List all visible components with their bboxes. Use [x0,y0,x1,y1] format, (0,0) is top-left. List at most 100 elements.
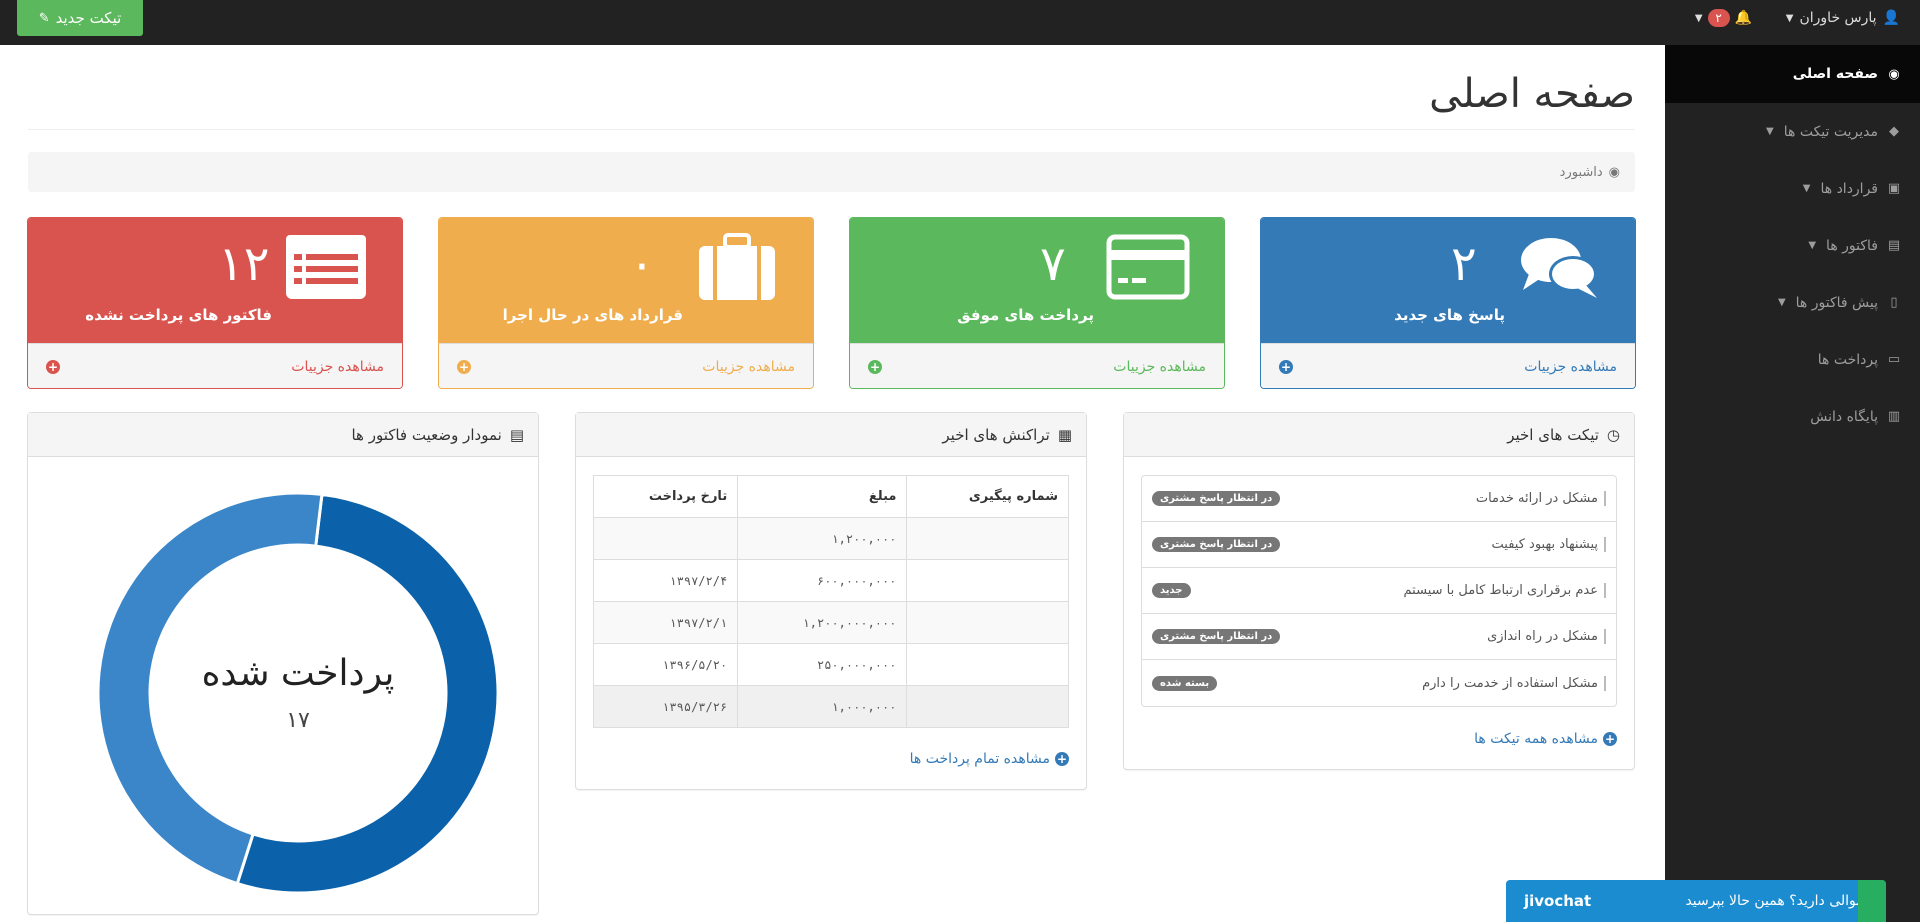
sidebar-item-home[interactable]: ◉ صفحه اصلی [1665,45,1920,103]
table-cell: ۱۳۹۷/۲/۱ [592,601,739,644]
status-badge: بسته شده [1152,675,1218,691]
sidebar-item-payments[interactable]: ▭ پرداخت ها [1665,331,1920,388]
table-cell: ۱,۰۰۰,۰۰۰ [737,685,908,728]
file-icon: ▯ [1890,295,1898,310]
user-menu[interactable]: 👤 پارس خاوران ▼ [1786,0,1900,36]
plus-circle-icon: + [457,360,471,374]
view-details-label: مشاهده جزییات [1524,359,1617,375]
view-details-link[interactable]: مشاهده جزییات + [439,343,813,388]
list-item[interactable]: عدم برقراری ارتباط کامل با سیستم جدید [1142,568,1616,614]
donut-center-label: پرداخت شده [201,653,395,694]
caret-down-icon: ▼ [1766,126,1774,137]
table-cell [906,685,1069,728]
sidebar-item-invoices[interactable]: ▤ فاکتور ها ▼ [1665,217,1920,274]
transactions-table: شماره پیگیری مبلغ تارخ پرداخت ۱,۲۰۰,۰۰۰ … [592,475,1069,728]
money-icon: ▦ [1057,425,1072,444]
panel-title: تیکت های اخیر [1507,425,1599,444]
credit-card-icon [1106,234,1190,300]
list-item[interactable]: مشکل در ارائه خدمات در انتظار پاسخ مشتری [1142,476,1616,522]
stat-label: پرداخت های موفق [957,306,1094,324]
table-cell: ۱,۲۰۰,۰۰۰ [737,517,908,560]
user-name: پارس خاوران [1799,10,1877,26]
notifications[interactable]: ▼ ۲ 🔔 [1695,0,1752,36]
list-item[interactable]: مشکل استفاده از خدمت را دارم بسته شده [1142,660,1616,706]
credit-card-icon: ▭ [1887,352,1901,367]
chart-icon: ▤ [509,425,524,444]
breadcrumb-item[interactable]: داشبورد [1560,165,1603,180]
view-details-link[interactable]: مشاهده جزییات + [28,343,402,388]
sidebar-item-proforma[interactable]: ▯ پیش فاکتور ها ▼ [1665,274,1920,331]
list-item[interactable]: پیشنهاد بهبود کیفیت در انتظار پاسخ مشتری [1142,522,1616,568]
chat-message: سوالی دارید؟ همین حالا بپرسید [1685,893,1868,909]
sidebar-item-label: صفحه اصلی [1792,66,1878,82]
sidebar-item-contracts[interactable]: ▣ قرارداد ها ▼ [1665,160,1920,217]
table-cell: ۱۳۹۷/۲/۴ [592,559,739,602]
ticket-icon: ◆ [1889,124,1899,139]
table-cell [906,559,1069,602]
plus-circle-icon: + [1603,732,1617,746]
recent-tickets-panel: ◷ تیکت های اخیر مشکل در ارائه خدمات در ا… [1123,412,1635,770]
sidebar-item-tickets[interactable]: ◆ مدیریت تیکت ها ▼ [1665,103,1920,160]
ticket-title: مشکل در ارائه خدمات [1476,491,1606,506]
stat-label: قرارداد های در حال اجرا [502,306,683,324]
table-row: ۱,۲۰۰,۰۰۰ [592,517,1069,560]
table-row: ۱,۰۰۰,۰۰۰ ۱۳۹۵/۳/۲۶ [592,685,1069,728]
caret-down-icon: ▼ [1802,183,1811,194]
table-cell: ۶۰۰,۰۰۰,۰۰۰ [737,559,908,602]
donut-center: پرداخت شده ۱۷ [88,483,508,903]
plus-circle-icon: + [868,360,882,374]
donut-center-value: ۱۷ [286,708,310,733]
table-row: ۶۰۰,۰۰۰,۰۰۰ ۱۳۹۷/۲/۴ [592,559,1069,602]
table-cell: ۱,۲۰۰,۰۰۰,۰۰۰ [737,601,908,644]
table-cell: ۲۵۰,۰۰۰,۰۰۰ [737,643,908,686]
table-row: ۲۵۰,۰۰۰,۰۰۰ ۱۳۹۶/۵/۲۰ [592,643,1069,686]
stat-new-replies: ۲ پاسخ های جدید مشاهده جزییات + [1260,217,1636,389]
user-icon: 👤 [1882,10,1900,26]
chat-tab[interactable] [1858,880,1886,922]
table-cell [592,517,739,560]
stat-label: پاسخ های جدید [1394,306,1505,324]
view-details-label: مشاهده جزییات [291,359,384,375]
sidebar-item-label: پایگاه دانش [1810,408,1878,425]
edit-icon: ✎ [38,10,50,26]
table-row: ۱,۲۰۰,۰۰۰,۰۰۰ ۱۳۹۷/۲/۱ [592,601,1069,644]
top-navbar: ✎ تیکت جدید 👤 پارس خاوران ▼ ▼ ۲ 🔔 [0,0,1920,45]
chat-widget[interactable]: سوالی دارید؟ همین حالا بپرسید jivochat [1506,880,1886,922]
stat-unpaid-invoices: ۱۲ فاکتور های پرداخت نشده مشاهده جزییات … [27,217,403,389]
stat-value: ۰ [629,236,655,292]
view-all-tickets-link[interactable]: + مشاهده همه تیکت ها [1474,731,1617,747]
ticket-title: مشکل استفاده از خدمت را دارم [1422,675,1606,691]
view-details-link[interactable]: مشاهده جزییات + [1261,343,1635,388]
view-all-payments-link[interactable]: + مشاهده تمام پرداخت ها [910,751,1069,767]
chat-brand: jivochat [1524,892,1592,910]
plus-circle-icon: + [1279,360,1293,374]
caret-down-icon: ▼ [1777,297,1786,308]
caret-down-icon: ▼ [1808,240,1817,251]
column-header: شماره پیگیری [906,475,1069,518]
clock-icon: ◷ [1606,425,1620,444]
view-all-label: مشاهده همه تیکت ها [1474,731,1598,747]
plus-circle-icon: + [1055,752,1069,766]
view-details-label: مشاهده جزییات [1113,359,1206,375]
ticket-list: مشکل در ارائه خدمات در انتظار پاسخ مشتری… [1141,475,1617,707]
table-cell: ۱۳۹۵/۳/۲۶ [592,685,739,728]
sidebar-item-knowledge-base[interactable]: ▥ پایگاه دانش [1665,388,1920,445]
list-item[interactable]: مشکل در راه اندازی در انتظار پاسخ مشتری [1142,614,1616,660]
new-ticket-label: تیکت جدید [55,9,122,27]
stat-successful-payments: ۷ پرداخت های موفق مشاهده جزییات + [849,217,1225,389]
sidebar-item-label: فاکتور ها [1826,237,1878,254]
plus-circle-icon: + [46,360,60,374]
divider [28,129,1635,130]
new-ticket-button[interactable]: ✎ تیکت جدید [17,0,143,36]
panel-title: نمودار وضعیت فاکتور ها [351,425,502,444]
briefcase-icon: ▣ [1887,181,1901,196]
view-details-link[interactable]: مشاهده جزییات + [850,343,1224,388]
view-details-label: مشاهده جزییات [702,359,795,375]
stat-value: ۲ [1451,236,1477,292]
sidebar-item-label: مدیریت تیکت ها [1783,123,1878,140]
invoice-status-chart-panel: ▤ نمودار وضعیت فاکتور ها پرداخت شده ۱۷ [27,412,539,915]
panel-title: تراکنش های اخیر [942,425,1050,444]
table-cell [906,517,1069,560]
stat-value: ۱۲ [218,236,270,292]
dashboard-icon: ◉ [1608,164,1620,180]
